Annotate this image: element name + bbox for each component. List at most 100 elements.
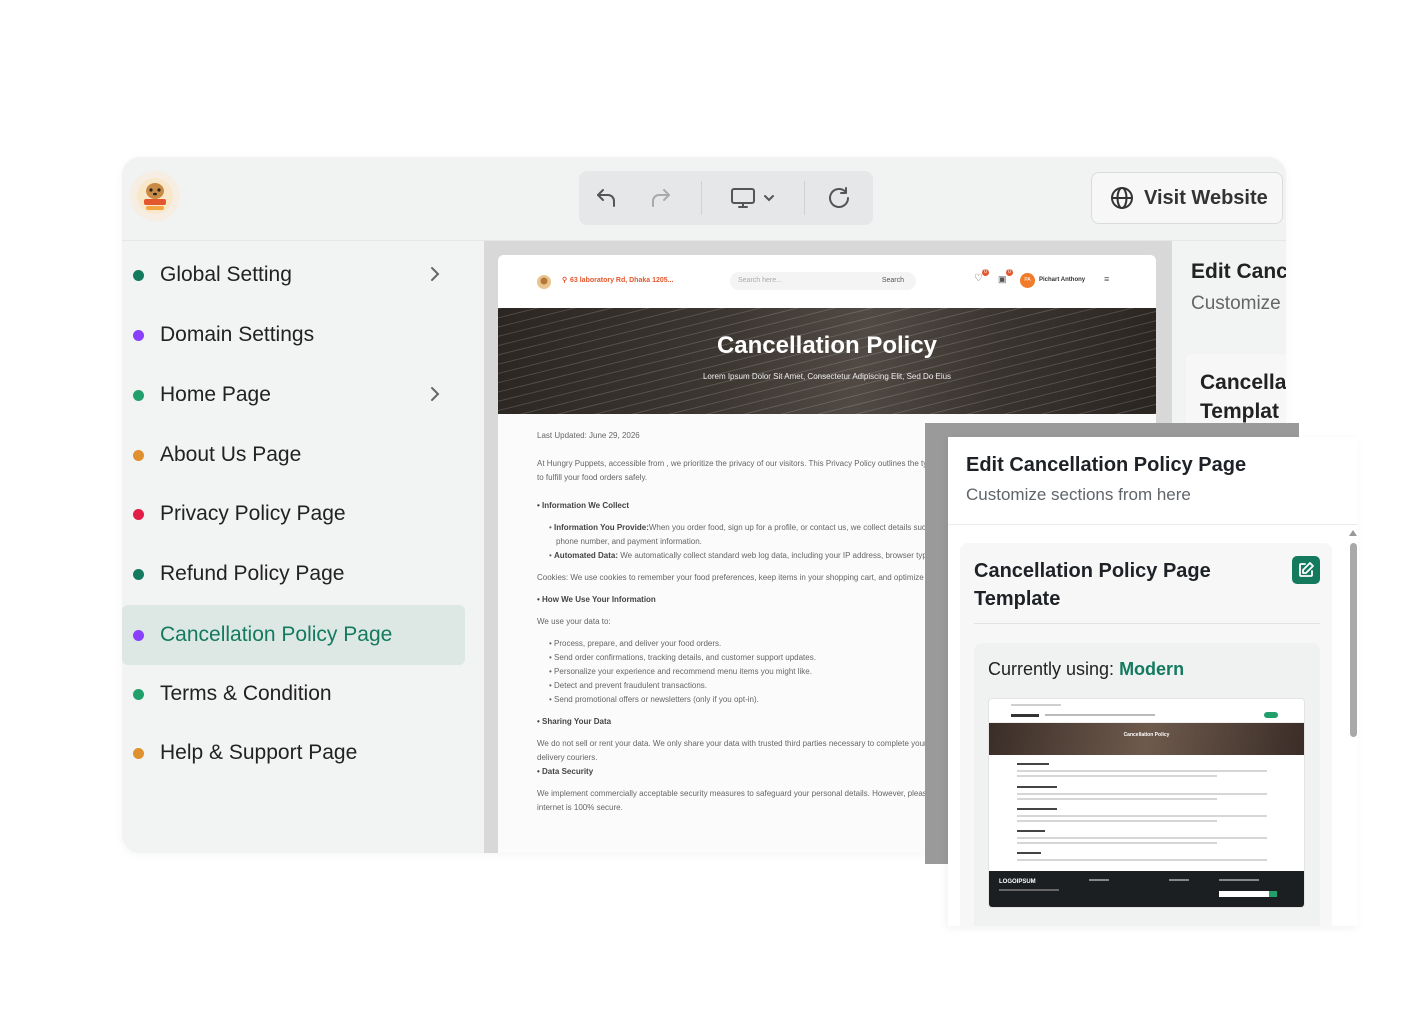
settings-sidebar: Global Setting Domain Settings Home Page… <box>122 241 484 853</box>
panel-subtitle: Customize <box>1191 293 1281 314</box>
status-dot <box>133 389 144 401</box>
preview-avatar[interactable]: PA <box>1020 273 1035 288</box>
sidebar-item-label: Privacy Policy Page <box>160 502 346 525</box>
sidebar-item-terms-condition[interactable]: Terms & Condition <box>122 665 465 723</box>
thumb-navbar <box>989 699 1304 723</box>
preview-heart-icon[interactable]: ♡ <box>974 273 983 284</box>
preview-cart-icon[interactable]: ▣ <box>998 274 1007 285</box>
status-dot <box>133 688 144 700</box>
status-dot <box>133 269 144 281</box>
preview-location-pin-icon: ⚲ <box>562 277 568 284</box>
preview-hero-title: Cancellation Policy <box>716 332 938 359</box>
card-title-line: Templat <box>1200 400 1279 423</box>
thumb-line <box>1017 859 1267 861</box>
preview-hero: Cancellation Policy Lorem Ipsum Dolor Si… <box>498 308 1156 414</box>
status-dot <box>133 568 144 580</box>
status-dot <box>133 508 144 520</box>
thumb-line <box>1017 775 1217 777</box>
refresh-icon <box>829 187 850 208</box>
bullet-bold: Information You Provide: <box>554 523 649 532</box>
thumb-line <box>1017 837 1267 839</box>
sidebar-item-global-setting[interactable]: Global Setting <box>122 246 465 304</box>
sidebar-item-label: Home Page <box>160 383 271 406</box>
sidebar-item-label: Refund Policy Page <box>160 562 345 585</box>
visit-website-button[interactable]: Visit Website <box>1091 172 1283 224</box>
thumb-line <box>1169 879 1189 881</box>
bullet-text: Detect and prevent fraudulent transactio… <box>554 681 708 690</box>
card-title-line: Template <box>974 588 1061 610</box>
redo-icon <box>652 189 671 207</box>
thumb-line <box>1017 786 1057 788</box>
undo-button[interactable] <box>579 171 634 225</box>
chevron-down-icon <box>763 195 774 202</box>
panel-header: Edit Cancellation Policy Page Customize … <box>948 437 1358 525</box>
thumb-hero-title: Cancellation Policy <box>1123 732 1170 738</box>
sidebar-item-label: Help & Support Page <box>160 741 358 764</box>
card-title-line: Cancella <box>1200 371 1286 394</box>
scrollbar-thumb[interactable] <box>1350 543 1357 737</box>
template-card-title: Cancellation Policy Page Template <box>974 557 1264 613</box>
chevron-right-icon <box>431 387 440 401</box>
preview-address: 63 laboratory Rd, Dhaka 1205... <box>570 277 674 284</box>
bullet-text: Send promotional offers or newsletters (… <box>554 695 759 704</box>
thumb-line <box>1017 798 1217 800</box>
preview-badge: 0 <box>982 269 989 276</box>
refresh-button[interactable] <box>805 171 873 225</box>
chevron-right-icon <box>431 267 440 281</box>
using-prefix: Currently using: <box>988 659 1120 679</box>
template-thumbnail[interactable]: Cancellation Policy LOGOIPSUM <box>988 698 1305 908</box>
status-dot <box>133 629 144 641</box>
brand-logo[interactable] <box>130 171 180 221</box>
sidebar-item-label: About Us Page <box>160 443 302 466</box>
edit-template-button[interactable] <box>1292 556 1320 584</box>
thumb-line <box>1017 842 1217 844</box>
thumb-line <box>1089 879 1109 881</box>
sidebar-item-help-support-page[interactable]: Help & Support Page <box>122 724 465 782</box>
bullet-text: Personalize your experience and recommen… <box>554 667 812 676</box>
thumb-button <box>1269 891 1277 897</box>
thumb-line <box>999 889 1059 891</box>
sidebar-item-about-us-page[interactable]: About Us Page <box>122 426 465 484</box>
preview-navbar: ⚲ 63 laboratory Rd, Dhaka 1205... Search… <box>498 255 1156 309</box>
edit-page-panel: Edit Cancellation Policy Page Customize … <box>948 437 1358 926</box>
sidebar-item-home-page[interactable]: Home Page <box>122 366 465 424</box>
sidebar-item-domain-settings[interactable]: Domain Settings <box>122 306 465 364</box>
thumb-hero: Cancellation Policy <box>989 723 1304 755</box>
preview-search-box[interactable]: Search here... Search <box>730 272 916 290</box>
thumb-line <box>1017 852 1041 854</box>
thumb-line <box>1017 830 1045 832</box>
divider <box>974 623 1320 624</box>
top-toolbar: Visit Website <box>122 157 1286 241</box>
thumb-button <box>1264 712 1278 718</box>
thumb-line <box>1017 815 1267 817</box>
thumb-line <box>1017 820 1217 822</box>
device-select[interactable] <box>702 171 805 225</box>
thumb-line <box>1017 763 1049 765</box>
bullet-text: When you order food, sign up for a profi… <box>648 523 942 532</box>
preview-logo-icon <box>537 275 551 289</box>
thumb-line <box>1017 808 1057 810</box>
hero-texture <box>498 308 1156 414</box>
panel-title: Edit Cancellation Policy Page <box>966 454 1247 476</box>
redo-button[interactable] <box>634 171 689 225</box>
preview-badge: 0 <box>1006 269 1013 276</box>
hungry-puppets-logo-icon <box>137 178 173 214</box>
sidebar-item-privacy-policy-page[interactable]: Privacy Policy Page <box>122 485 465 543</box>
sidebar-item-label: Domain Settings <box>160 323 315 346</box>
using-value: Modern <box>1119 659 1185 679</box>
sidebar-item-refund-policy-page[interactable]: Refund Policy Page <box>122 545 465 603</box>
bullet-text: We automatically collect standard web lo… <box>618 551 934 560</box>
sidebar-item-label: Cancellation Policy Page <box>160 623 393 646</box>
thumb-line <box>1017 770 1267 772</box>
preview-menu-icon[interactable]: ≡ <box>1104 274 1109 284</box>
status-dot <box>133 747 144 759</box>
undo-icon <box>597 189 616 207</box>
scroll-up-arrow[interactable] <box>1349 530 1357 536</box>
sidebar-item-cancellation-policy-page[interactable]: Cancellation Policy Page <box>122 605 465 665</box>
thumb-line <box>1011 714 1039 717</box>
preview-search-placeholder: Search here... <box>738 277 782 284</box>
edit-icon <box>1299 562 1314 577</box>
panel-subtitle: Customize sections from here <box>966 485 1191 504</box>
card-title-line: Cancellation Policy Page <box>974 560 1211 582</box>
globe-icon <box>1111 187 1133 209</box>
